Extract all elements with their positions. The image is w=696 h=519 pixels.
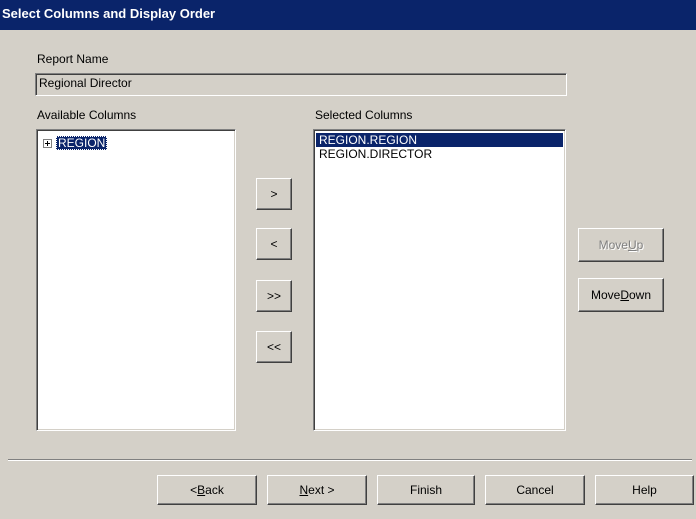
move-down-button[interactable]: Move Down [578, 278, 664, 312]
list-item[interactable]: REGION.REGION [316, 133, 563, 147]
back-button[interactable]: < Back [157, 475, 257, 505]
available-columns-label: Available Columns [37, 108, 137, 122]
move-down-label-post: own [629, 288, 652, 302]
available-columns-tree[interactable]: REGION [36, 129, 236, 431]
list-item[interactable]: REGION.DIRECTOR [316, 147, 563, 161]
remove-column-button[interactable]: < [256, 228, 292, 260]
move-up-label-post: p [636, 238, 644, 252]
selected-columns-label: Selected Columns [315, 108, 413, 122]
dialog-title: Select Columns and Display Order [2, 6, 216, 21]
report-name-field[interactable]: Regional Director [35, 73, 567, 96]
add-all-columns-button[interactable]: >> [256, 280, 292, 312]
next-button[interactable]: Next > [267, 475, 367, 505]
report-name-value: Regional Director [39, 76, 132, 90]
move-up-button[interactable]: Move Up [578, 228, 664, 262]
next-label-post: ext > [308, 483, 335, 497]
help-button[interactable]: Help [595, 475, 694, 505]
move-up-mnemonic: U [627, 238, 637, 252]
selected-columns-list[interactable]: REGION.REGION REGION.DIRECTOR [313, 129, 566, 431]
back-label-post: ack [205, 483, 224, 497]
back-mnemonic: B [197, 483, 206, 497]
tree-node-region[interactable]: REGION [43, 135, 108, 151]
move-down-mnemonic: D [620, 288, 629, 302]
expand-plus-icon[interactable] [43, 138, 52, 148]
cancel-button[interactable]: Cancel [485, 475, 585, 505]
footer-separator [8, 459, 692, 461]
remove-all-columns-button[interactable]: << [256, 331, 292, 363]
report-name-label: Report Name [37, 52, 109, 66]
next-mnemonic: N [299, 483, 309, 497]
add-column-button[interactable]: > [256, 178, 292, 210]
back-label-pre: < [190, 483, 198, 497]
dialog-title-bar: Select Columns and Display Order [0, 0, 696, 30]
move-down-label-pre: Move [590, 288, 621, 302]
move-up-label-pre: Move [598, 238, 628, 252]
finish-button[interactable]: Finish [377, 475, 475, 505]
tree-node-label[interactable]: REGION [56, 136, 108, 150]
